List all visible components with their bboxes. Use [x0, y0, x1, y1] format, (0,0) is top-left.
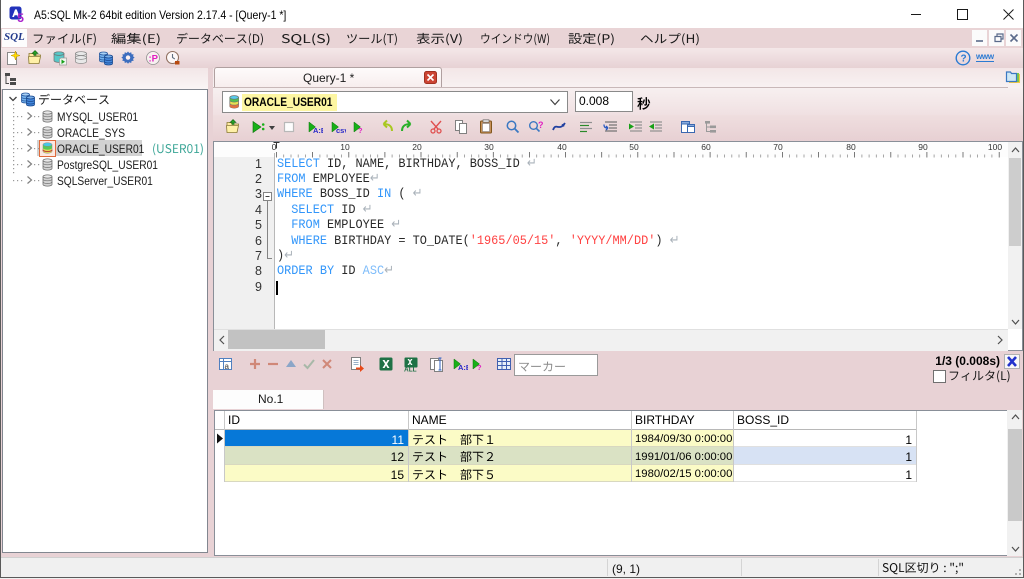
svg-text:30: 30 [484, 142, 494, 152]
svg-text:A:B: A:B [458, 363, 468, 372]
svg-text:90: 90 [918, 142, 928, 152]
svg-text:?: ? [477, 363, 482, 372]
svg-text:70: 70 [773, 142, 783, 152]
svg-text:60: 60 [701, 142, 711, 152]
svg-text:50: 50 [629, 142, 639, 152]
svg-text:40: 40 [557, 142, 567, 152]
svg-text:100: 100 [988, 142, 1002, 152]
svg-text:80: 80 [846, 142, 856, 152]
svg-text:a: a [225, 362, 230, 371]
svg-text:20: 20 [412, 142, 422, 152]
svg-text:ALL: ALL [404, 367, 417, 373]
svg-text:0: 0 [272, 142, 277, 152]
svg-text:10: 10 [340, 142, 350, 152]
